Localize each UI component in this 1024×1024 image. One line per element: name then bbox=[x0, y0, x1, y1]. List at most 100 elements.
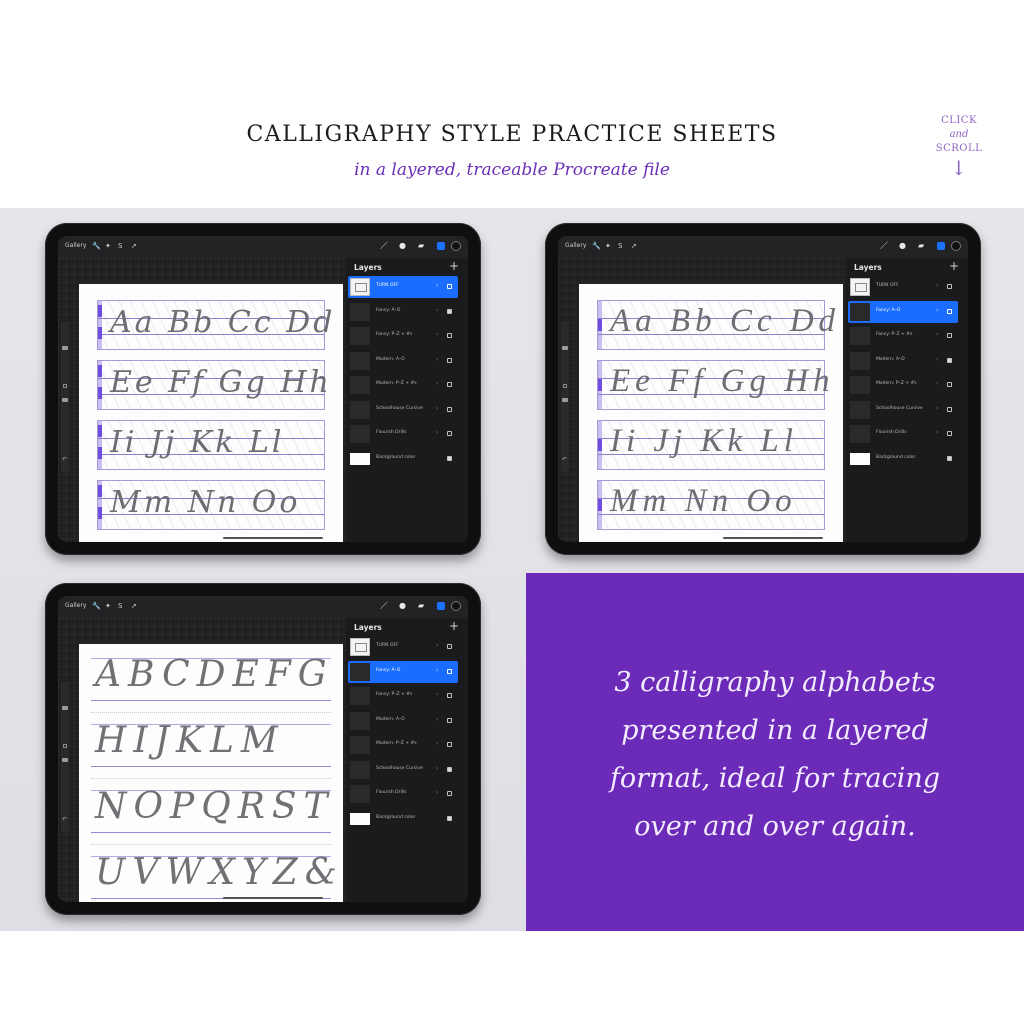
smudge-icon[interactable]: ● bbox=[399, 240, 406, 252]
layer-item[interactable]: Modern: P–Z + #s › bbox=[348, 734, 458, 756]
layer-visibility-checkbox[interactable] bbox=[447, 644, 452, 649]
layer-item[interactable]: Fancy: P–Z + #s › bbox=[348, 325, 458, 347]
layer-visibility-checkbox[interactable] bbox=[447, 431, 452, 436]
layer-item[interactable]: Background color bbox=[348, 448, 458, 470]
layer-item[interactable]: Fancy: P–Z + #s › bbox=[348, 685, 458, 707]
layers-icon[interactable] bbox=[437, 242, 445, 250]
chevron-right-icon[interactable]: › bbox=[436, 716, 438, 723]
undo-icon[interactable]: ↶ bbox=[62, 816, 67, 823]
chevron-right-icon[interactable]: › bbox=[436, 282, 438, 289]
magic-wand-icon[interactable]: ✦ bbox=[105, 241, 111, 251]
color-icon[interactable] bbox=[451, 601, 461, 611]
opacity-slider[interactable] bbox=[562, 398, 568, 402]
layer-visibility-checkbox[interactable] bbox=[447, 308, 452, 314]
eraser-icon[interactable]: ▰ bbox=[418, 240, 424, 252]
transform-icon[interactable]: ➚ bbox=[631, 241, 637, 251]
modify-button[interactable] bbox=[63, 384, 67, 388]
layer-item[interactable]: Modern: A–O › bbox=[348, 710, 458, 732]
layer-item[interactable]: Modern: A–O › bbox=[348, 350, 458, 372]
brush-size-slider[interactable] bbox=[562, 346, 568, 350]
selection-icon[interactable]: S bbox=[618, 241, 622, 251]
layer-visibility-checkbox[interactable] bbox=[447, 742, 452, 747]
gallery-button[interactable]: Gallery bbox=[65, 242, 86, 249]
layer-visibility-checkbox[interactable] bbox=[947, 357, 952, 363]
layer-visibility-checkbox[interactable] bbox=[447, 766, 452, 772]
layer-item[interactable]: Modern: A–O › bbox=[848, 350, 958, 372]
layer-item[interactable]: Fancy: A–O › bbox=[348, 301, 458, 323]
layer-item[interactable]: TURN OFF › bbox=[848, 276, 958, 298]
undo-icon[interactable]: ↶ bbox=[62, 456, 67, 463]
brush-size-slider[interactable] bbox=[62, 706, 68, 710]
chevron-right-icon[interactable]: › bbox=[436, 307, 438, 314]
layer-visibility-checkbox[interactable] bbox=[947, 406, 952, 412]
chevron-right-icon[interactable]: › bbox=[436, 667, 438, 674]
layer-item[interactable]: Fancy: A–O › bbox=[348, 660, 458, 683]
layer-visibility-checkbox[interactable] bbox=[447, 357, 452, 363]
layer-visibility-checkbox[interactable] bbox=[447, 791, 452, 796]
chevron-right-icon[interactable]: › bbox=[436, 331, 438, 338]
chevron-right-icon[interactable]: › bbox=[436, 789, 438, 796]
layer-visibility-checkbox[interactable] bbox=[447, 333, 452, 338]
selection-icon[interactable]: S bbox=[118, 241, 122, 251]
brush-icon[interactable]: ／ bbox=[380, 240, 388, 252]
add-layer-icon[interactable]: + bbox=[449, 619, 459, 633]
chevron-right-icon[interactable]: › bbox=[436, 691, 438, 698]
brush-icon[interactable]: ／ bbox=[880, 240, 888, 252]
chevron-right-icon[interactable]: › bbox=[936, 356, 938, 363]
selection-icon[interactable]: S bbox=[118, 601, 122, 611]
layer-visibility-checkbox[interactable] bbox=[947, 431, 952, 436]
layer-visibility-checkbox[interactable] bbox=[447, 284, 452, 289]
layer-item[interactable]: Modern: P–Z + #s › bbox=[348, 374, 458, 396]
layers-icon[interactable] bbox=[937, 242, 945, 250]
click-and-scroll-hint[interactable]: CLICK and SCROLL ↓ bbox=[924, 114, 994, 178]
layer-visibility-checkbox[interactable] bbox=[947, 455, 952, 461]
layer-item[interactable]: Background color bbox=[848, 448, 958, 470]
chevron-right-icon[interactable]: › bbox=[936, 405, 938, 412]
wrench-icon[interactable]: 🔧 bbox=[592, 241, 601, 251]
layer-visibility-checkbox[interactable] bbox=[947, 284, 952, 289]
magic-wand-icon[interactable]: ✦ bbox=[605, 241, 611, 251]
layer-item[interactable]: Fancy: A–O › bbox=[848, 300, 958, 323]
chevron-right-icon[interactable]: › bbox=[436, 765, 438, 772]
layer-item[interactable]: TURN OFF › bbox=[348, 276, 458, 298]
eraser-icon[interactable]: ▰ bbox=[918, 240, 924, 252]
chevron-right-icon[interactable]: › bbox=[436, 356, 438, 363]
layer-visibility-checkbox[interactable] bbox=[447, 815, 452, 821]
add-layer-icon[interactable]: + bbox=[449, 259, 459, 273]
opacity-slider[interactable] bbox=[62, 398, 68, 402]
color-icon[interactable] bbox=[451, 241, 461, 251]
wrench-icon[interactable]: 🔧 bbox=[92, 241, 101, 251]
add-layer-icon[interactable]: + bbox=[949, 259, 959, 273]
layer-visibility-checkbox[interactable] bbox=[947, 308, 952, 314]
chevron-right-icon[interactable]: › bbox=[936, 429, 938, 436]
chevron-right-icon[interactable]: › bbox=[436, 405, 438, 412]
layer-item[interactable]: Modern: P–Z + #s › bbox=[848, 374, 958, 396]
layer-item[interactable]: Flourish Drills › bbox=[848, 423, 958, 445]
layer-item[interactable]: Background color bbox=[348, 808, 458, 830]
layer-visibility-checkbox[interactable] bbox=[447, 693, 452, 698]
chevron-right-icon[interactable]: › bbox=[936, 380, 938, 387]
wrench-icon[interactable]: 🔧 bbox=[92, 601, 101, 611]
transform-icon[interactable]: ➚ bbox=[131, 241, 137, 251]
layer-visibility-checkbox[interactable] bbox=[447, 382, 452, 387]
smudge-icon[interactable]: ● bbox=[899, 240, 906, 252]
magic-wand-icon[interactable]: ✦ bbox=[105, 601, 111, 611]
gallery-button[interactable]: Gallery bbox=[565, 242, 586, 249]
chevron-right-icon[interactable]: › bbox=[436, 429, 438, 436]
layers-icon[interactable] bbox=[437, 602, 445, 610]
brush-size-slider[interactable] bbox=[62, 346, 68, 350]
chevron-right-icon[interactable]: › bbox=[436, 642, 438, 649]
layer-item[interactable]: Schoolhouse Cursive › bbox=[848, 399, 958, 421]
gallery-button[interactable]: Gallery bbox=[65, 602, 86, 609]
layer-visibility-checkbox[interactable] bbox=[447, 717, 452, 723]
transform-icon[interactable]: ➚ bbox=[131, 601, 137, 611]
chevron-right-icon[interactable]: › bbox=[936, 331, 938, 338]
layer-item[interactable]: Fancy: P–Z + #s › bbox=[848, 325, 958, 347]
modify-button[interactable] bbox=[563, 384, 567, 388]
smudge-icon[interactable]: ● bbox=[399, 600, 406, 612]
modify-button[interactable] bbox=[63, 744, 67, 748]
layer-visibility-checkbox[interactable] bbox=[447, 455, 452, 461]
layer-visibility-checkbox[interactable] bbox=[947, 382, 952, 387]
layer-visibility-checkbox[interactable] bbox=[447, 668, 452, 674]
eraser-icon[interactable]: ▰ bbox=[418, 600, 424, 612]
